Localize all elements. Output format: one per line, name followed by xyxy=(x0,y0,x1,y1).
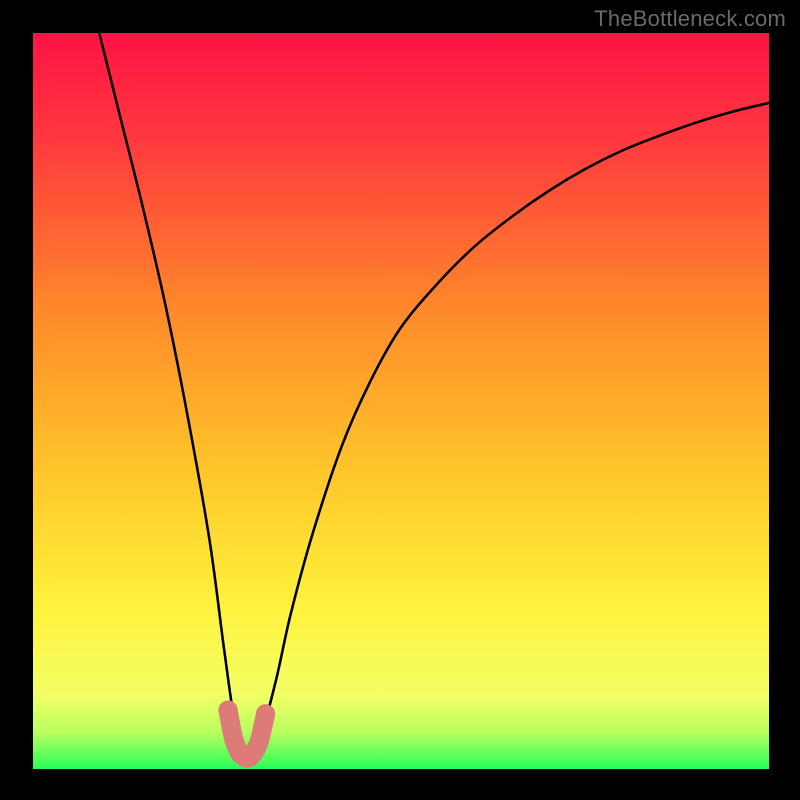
minimum-marker-dot xyxy=(218,701,237,720)
minimum-marker-dot xyxy=(250,730,269,749)
minimum-marker-dot xyxy=(256,704,275,723)
minimum-marker-group xyxy=(218,701,275,768)
chart-frame: TheBottleneck.com xyxy=(0,0,800,800)
watermark-text: TheBottleneck.com xyxy=(594,6,786,32)
bottleneck-curve xyxy=(99,33,769,747)
chart-svg xyxy=(33,33,769,769)
